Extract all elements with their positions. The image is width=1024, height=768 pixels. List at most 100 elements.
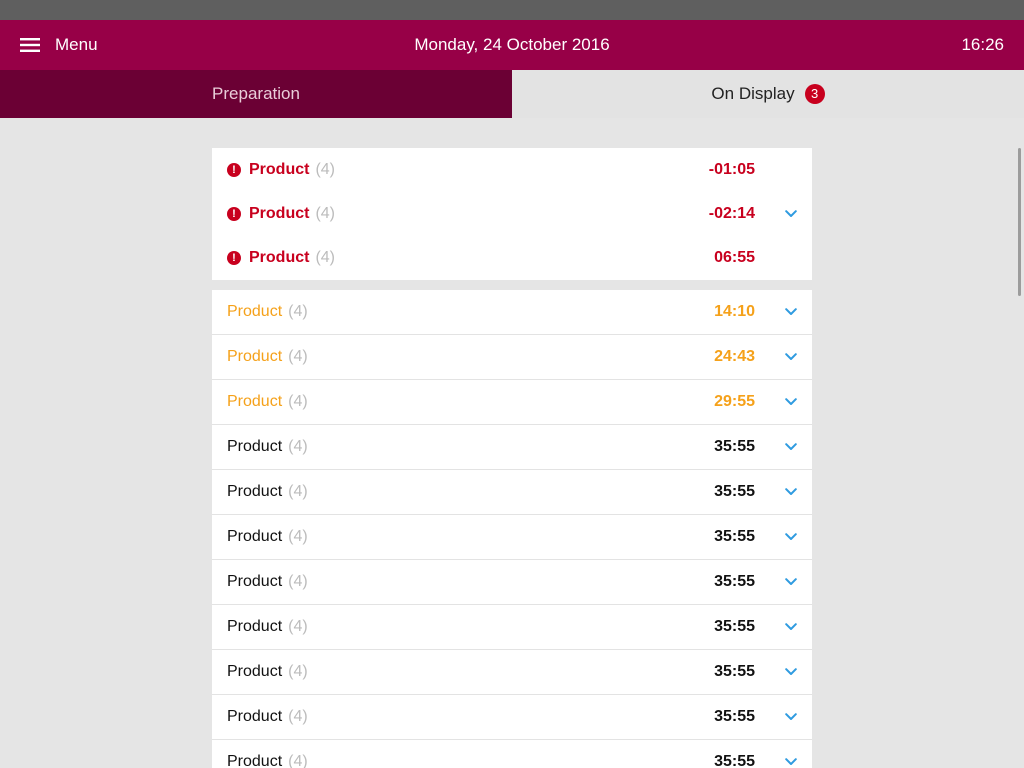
product-quantity: (4) [288,753,308,768]
tab-on-display[interactable]: On Display 3 [512,70,1024,118]
product-name: Product (4) [227,663,308,681]
app-header: Monday, 24 October 2016 Menu 16:26 [0,20,1024,70]
product-name-text: Product [227,348,283,365]
menu-button[interactable]: Menu [20,20,98,70]
product-quantity: (4) [288,303,308,320]
product-quantity: (4) [315,205,336,222]
chevron-down-icon[interactable] [782,618,800,636]
product-quantity: (4) [288,438,308,455]
tab-preparation-label: Preparation [212,84,300,103]
product-quantity: (4) [288,618,308,635]
status-bar [0,0,1024,20]
header-time: 16:26 [961,35,1004,54]
product-name-text: Product [227,303,283,320]
header-date: Monday, 24 October 2016 [414,35,610,54]
list-item[interactable]: Product (4) 24:43 [212,335,812,380]
product-quantity: (4) [288,708,308,725]
menu-label: Menu [55,35,98,54]
chevron-down-icon[interactable] [782,573,800,591]
product-timer: 06:55 [714,249,755,266]
list-item[interactable]: Product (4) 35:55 [212,560,812,605]
product-name-text: Product [227,663,283,680]
chevron-down-icon[interactable] [782,753,800,768]
product-name-text: Product [227,528,283,545]
product-name-text: Product [227,438,283,455]
product-timer: 35:55 [714,483,755,500]
product-name-text: Product [227,708,283,725]
hamburger-icon[interactable] [20,38,40,52]
product-quantity: (4) [288,348,308,365]
chevron-down-icon[interactable] [782,393,800,411]
chevron-down-icon[interactable] [782,438,800,456]
product-name-text: Product [249,249,310,266]
tab-bar: Preparation On Display 3 [0,70,1024,118]
product-timer: 24:43 [714,348,755,365]
scrollbar[interactable] [1018,148,1021,296]
product-quantity: (4) [288,483,308,500]
alert-icon: ! [227,207,241,221]
product-name-text: Product [249,205,310,222]
chevron-down-icon[interactable] [782,205,800,223]
list-item[interactable]: ! Product (4) -01:05 [212,148,812,192]
product-timer: -01:05 [708,161,755,178]
product-quantity: (4) [288,663,308,680]
product-name: Product (4) [227,348,308,366]
product-quantity: (4) [288,573,308,590]
chevron-down-icon[interactable] [782,663,800,681]
product-quantity: (4) [315,249,336,266]
list-item[interactable]: Product (4) 35:55 [212,470,812,515]
alert-icon: ! [227,163,241,177]
chevron-down-icon[interactable] [782,483,800,501]
product-name: Product (4) [227,753,308,768]
product-list: Product (4) 14:10 Product (4) 24:43 Product (4)… [212,290,812,768]
product-timer: 35:55 [714,708,755,725]
list-item[interactable]: Product (4) 14:10 [212,290,812,335]
product-name: Product (4) [227,573,308,591]
product-timer: 14:10 [714,303,755,320]
product-timer: 35:55 [714,663,755,680]
alert-icon: ! [227,251,241,265]
product-name: Product (4) [227,708,308,726]
list-item[interactable]: Product (4) 35:55 [212,425,812,470]
product-quantity: (4) [315,161,336,178]
tab-on-display-label: On Display [711,84,795,103]
list-item[interactable]: Product (4) 35:55 [212,515,812,560]
list-item[interactable]: Product (4) 35:55 [212,650,812,695]
product-timer: 35:55 [714,618,755,635]
list-item[interactable]: Product (4) 35:55 [212,605,812,650]
product-quantity: (4) [288,393,308,410]
product-name: Product (4) [227,303,308,321]
chevron-down-icon[interactable] [782,348,800,366]
product-name: Product (4) [227,438,308,456]
product-name: Product (4) [227,393,308,411]
list-item[interactable]: Product (4) 35:55 [212,695,812,740]
count-badge: 3 [804,84,825,104]
chevron-down-icon[interactable] [782,303,800,321]
product-timer: 35:55 [714,528,755,545]
product-quantity: (4) [288,528,308,545]
product-timer: 35:55 [714,573,755,590]
product-name-text: Product [227,618,283,635]
product-name: Product (4) [227,483,308,501]
chevron-down-icon[interactable] [782,528,800,546]
product-name: Product (4) [227,618,308,636]
product-name-text: Product [227,483,283,500]
chevron-down-icon[interactable] [782,708,800,726]
list-item[interactable]: Product (4) 29:55 [212,380,812,425]
product-timer: -02:14 [708,205,755,222]
product-name: Product (4) [249,161,335,179]
urgent-group: ! Product (4) -01:05! Product (4) -02:14! Produ… [212,148,812,280]
product-name-text: Product [227,573,283,590]
product-timer: 35:55 [714,438,755,455]
product-timer: 29:55 [714,393,755,410]
list-item[interactable]: Product (4) 35:55 [212,740,812,768]
product-timer: 35:55 [714,753,755,768]
list-item[interactable]: ! Product (4) -02:14 [212,192,812,236]
product-list-area[interactable]: ! Product (4) -01:05! Product (4) -02:14! Produ… [0,118,1024,768]
product-name: Product (4) [227,528,308,546]
product-name: Product (4) [249,249,335,267]
product-name: Product (4) [249,205,335,223]
tab-preparation[interactable]: Preparation [0,70,512,118]
product-name-text: Product [227,753,283,768]
list-item[interactable]: ! Product (4) 06:55 [212,236,812,280]
